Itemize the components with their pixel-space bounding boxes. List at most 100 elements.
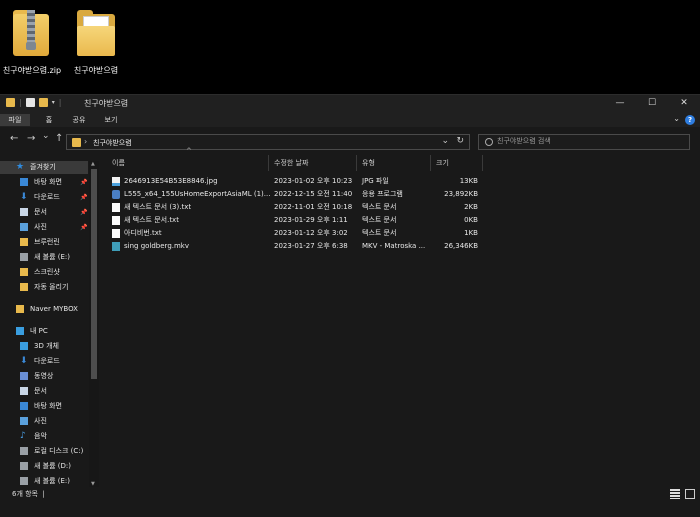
folder-icon — [72, 138, 81, 147]
drive-icon — [20, 477, 28, 485]
music-icon: ♪ — [20, 431, 26, 441]
sidebar-item-label: 문서 — [34, 387, 47, 395]
chevron-down-icon[interactable]: ▾ — [52, 99, 55, 106]
pin-icon: 📌 — [80, 179, 88, 186]
column-divider — [268, 155, 269, 171]
search-icon — [485, 138, 493, 146]
file-type: MKV - Matroska ... — [362, 242, 426, 250]
column-header-size[interactable]: 크기 — [436, 155, 480, 171]
file-row[interactable]: 새 텍스트 문서 (3).txt 2022-11-01 오전 10:18 텍스트 문… — [110, 201, 690, 214]
sidebar-item[interactable]: ★ 즐겨찾기 — [0, 161, 88, 174]
folder-icon — [6, 98, 15, 107]
video-icon — [20, 372, 28, 380]
sidebar-item-label: 사진 — [34, 417, 47, 425]
text-file-icon — [112, 216, 120, 225]
download-icon: ⬇ — [20, 356, 28, 366]
file-name: 아디비번.txt — [124, 229, 162, 237]
title-bar[interactable]: | ▾ | 친구야받으렴 — ☐ ✕ — [0, 95, 700, 113]
folder-icon — [71, 4, 121, 60]
status-cursor: | — [42, 490, 45, 498]
sidebar-item-label: 문서 — [34, 208, 47, 216]
close-button[interactable]: ✕ — [668, 95, 700, 113]
properties-icon[interactable] — [25, 98, 35, 107]
window-title: 친구야받으렴 — [84, 99, 129, 108]
file-row[interactable]: 아디비번.txt 2023-01-12 오후 3:02 텍스트 문서 1KB — [110, 227, 690, 240]
column-divider — [430, 155, 431, 171]
desktop-zip-file[interactable]: 친구야받으렴.zip — [0, 4, 64, 76]
drive-icon — [20, 253, 28, 261]
column-header-date[interactable]: 수정한 날짜 — [274, 155, 359, 171]
scrollbar-thumb[interactable] — [91, 169, 97, 379]
breadcrumb-item[interactable]: 친구야받으렴 — [93, 138, 132, 148]
new-folder-icon[interactable] — [38, 98, 48, 107]
desktop-folder[interactable]: 친구야받으렴 — [64, 4, 128, 76]
sidebar-item-label: 동영상 — [34, 372, 54, 380]
address-bar[interactable]: › 친구야받으렴 ⌄ ↻ — [66, 134, 470, 150]
drive-icon — [20, 462, 28, 470]
refresh-icon[interactable]: ↻ — [456, 136, 464, 146]
sidebar-item-label: 새 볼륨 (E:) — [34, 477, 71, 485]
file-row[interactable]: 2646913E54B53E8846.jpg 2023-01-02 오후 10:2… — [110, 175, 690, 188]
image-file-icon — [112, 177, 120, 186]
file-list: ^ 이름 수정한 날짜 유형 크기 2646913E54B53E8846.jpg… — [100, 147, 700, 487]
sidebar-item-label: 사진 — [34, 223, 47, 231]
sidebar-item-label: 다운로드 — [34, 193, 60, 201]
file-size: 0KB — [464, 216, 478, 224]
tab-view[interactable]: 보기 — [98, 114, 124, 126]
ribbon-tabs: 파일 홈 공유 보기 ⌄ ? — [0, 113, 700, 127]
recent-locations-button[interactable]: ⌄ — [42, 131, 50, 141]
column-header-type[interactable]: 유형 — [362, 155, 430, 171]
up-button[interactable]: ↑ — [55, 133, 63, 144]
chevron-down-icon[interactable]: ⌄ — [673, 114, 680, 123]
chevron-down-icon[interactable]: ⌄ — [441, 136, 449, 146]
sidebar-item-label: 스크린샷 — [34, 268, 60, 276]
large-icons-view-icon[interactable] — [685, 489, 695, 499]
back-button[interactable]: ← — [10, 133, 18, 144]
file-type: 텍스트 문서 — [362, 203, 397, 211]
computer-icon — [16, 327, 24, 335]
file-size: 26,346KB — [444, 242, 478, 250]
sidebar-item-label: 브루런린 — [34, 238, 60, 246]
help-icon[interactable]: ? — [685, 115, 695, 125]
sidebar-item-label: 내 PC — [30, 327, 48, 335]
tab-home[interactable]: 홈 — [40, 114, 58, 126]
file-row[interactable]: L555_x64_155UsHomeExportAsiaML (1)... 202… — [110, 188, 690, 201]
separator: | — [58, 98, 62, 107]
text-file-icon — [112, 203, 120, 212]
maximize-button[interactable]: ☐ — [636, 95, 668, 113]
item-count: 6개 항목 | — [12, 490, 45, 498]
search-box[interactable] — [478, 134, 690, 150]
zip-folder-icon — [7, 4, 57, 60]
file-date: 2022-12-15 오전 11:40 — [274, 190, 353, 198]
breadcrumb-separator: › — [84, 137, 88, 146]
file-type: 응용 프로그램 — [362, 190, 403, 198]
column-header-name[interactable]: 이름 — [112, 155, 267, 171]
sidebar-item-label: 3D 개체 — [34, 342, 59, 350]
desktop-icon — [20, 402, 28, 410]
sidebar-item-label: 새 볼륨 (E:) — [34, 253, 71, 261]
desktop-icon-label: 친구야받으렴.zip — [2, 66, 62, 75]
folder-icon — [20, 238, 28, 246]
file-row[interactable]: 새 텍스트 문서.txt 2023-01-29 오후 1:11 텍스트 문서 0KB — [110, 214, 690, 227]
minimize-button[interactable]: — — [604, 95, 636, 113]
search-input[interactable] — [497, 137, 677, 145]
file-row[interactable]: sing goldberg.mkv 2023-01-27 오후 6:38 MKV -… — [110, 240, 690, 253]
cloud-folder-icon — [16, 305, 24, 313]
sidebar-item-label: 새 볼륨 (D:) — [34, 462, 71, 470]
file-date: 2023-01-02 오후 10:23 — [274, 177, 353, 185]
navigation-bar: ← → ⌄ ↑ › 친구야받으렴 ⌄ ↻ — [0, 127, 700, 155]
forward-button[interactable]: → — [27, 133, 35, 144]
document-icon — [20, 208, 28, 216]
file-size: 23,892KB — [444, 190, 478, 198]
file-name: 새 텍스트 문서 (3).txt — [124, 203, 192, 211]
tab-share[interactable]: 공유 — [66, 114, 92, 126]
file-type: 텍스트 문서 — [362, 216, 397, 224]
sidebar-scrollbar[interactable]: ▲ ▼ — [89, 161, 99, 487]
details-view-icon[interactable] — [670, 489, 680, 499]
sort-ascending-icon: ^ — [186, 147, 192, 155]
file-date: 2023-01-29 오후 1:11 — [274, 216, 348, 224]
tab-file[interactable]: 파일 — [0, 114, 30, 126]
file-size: 2KB — [464, 203, 478, 211]
scroll-up-icon[interactable]: ▲ — [91, 161, 95, 167]
video-file-icon — [112, 242, 120, 251]
